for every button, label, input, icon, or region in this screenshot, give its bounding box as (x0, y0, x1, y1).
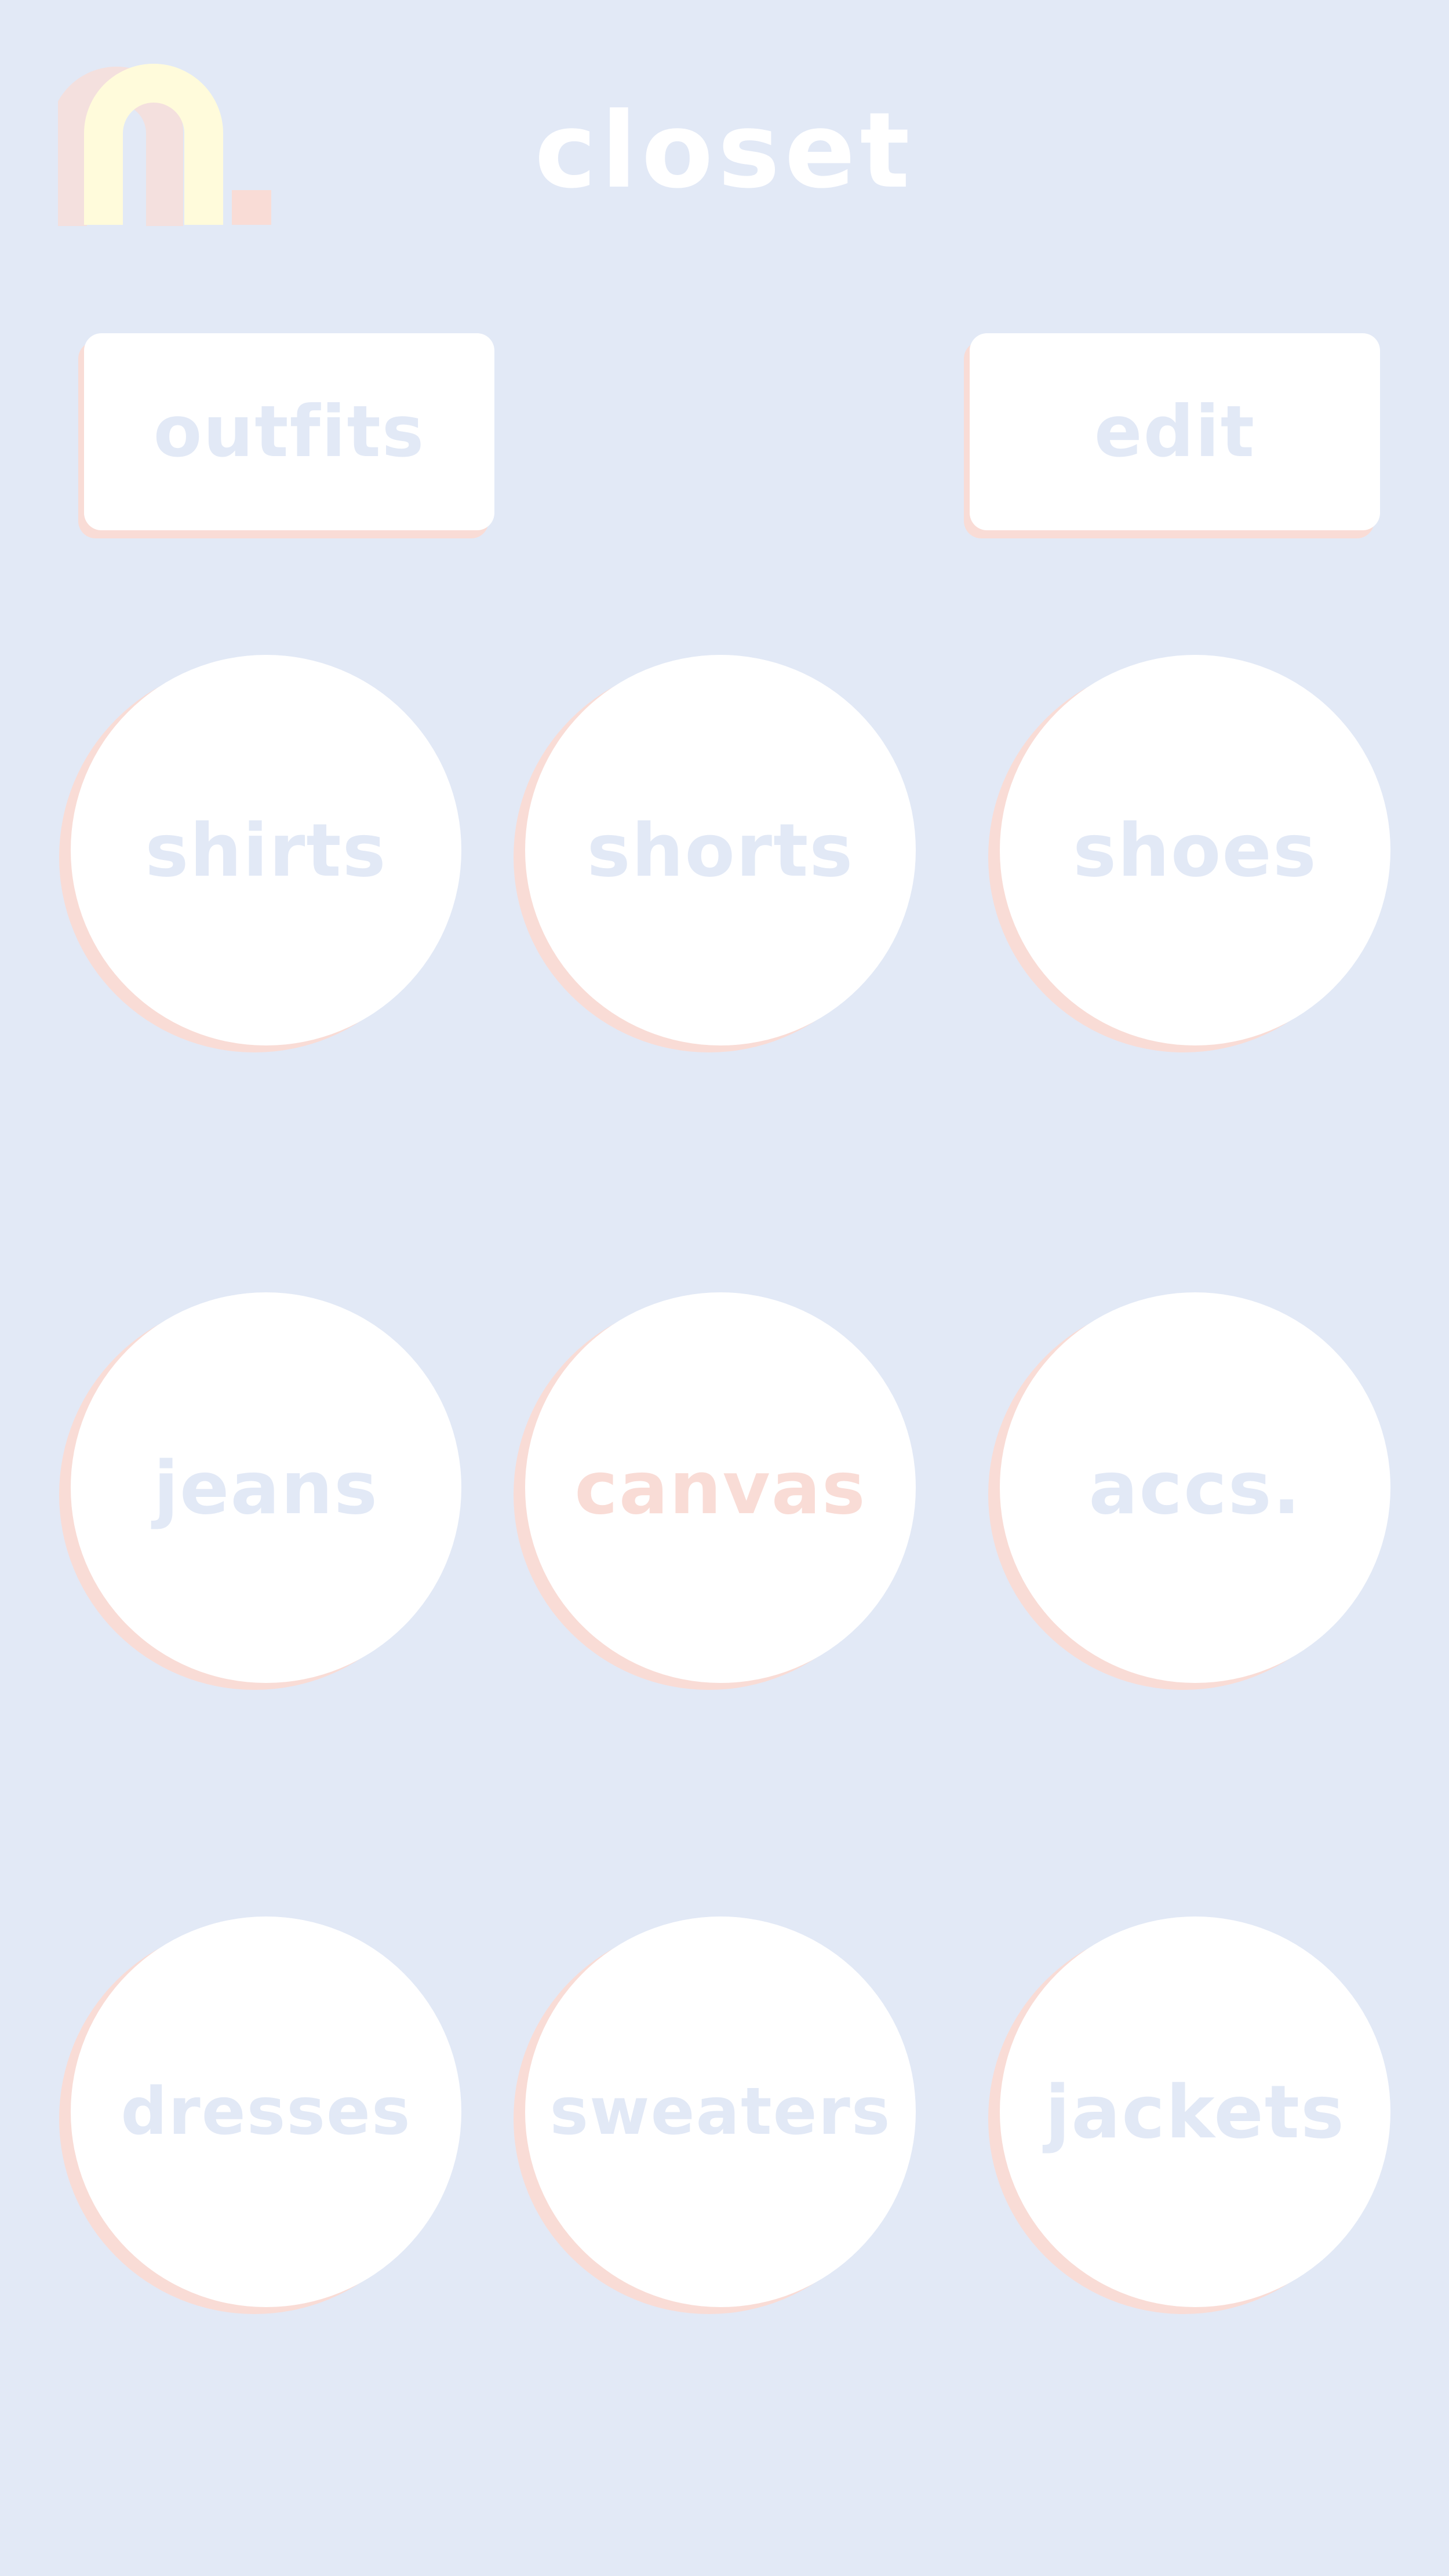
category-accessories-button[interactable]: accs. (1000, 1292, 1390, 1683)
category-shorts-button[interactable]: shorts (525, 655, 916, 1045)
outfits-button[interactable]: outfits (84, 333, 494, 530)
category-dresses-button[interactable]: dresses (71, 1916, 461, 2307)
category-sweaters-button[interactable]: sweaters (525, 1916, 916, 2307)
category-canvas-button[interactable]: canvas (525, 1292, 916, 1683)
n-arch-logo-icon (58, 58, 278, 226)
category-jackets-button[interactable]: jackets (1000, 1916, 1390, 2307)
category-shirts-button[interactable]: shirts (71, 655, 461, 1045)
category-jeans-button[interactable]: jeans (71, 1292, 461, 1683)
category-shoes-button[interactable]: shoes (1000, 655, 1390, 1045)
edit-button[interactable]: edit (970, 333, 1380, 530)
page-title: closet (534, 90, 915, 212)
